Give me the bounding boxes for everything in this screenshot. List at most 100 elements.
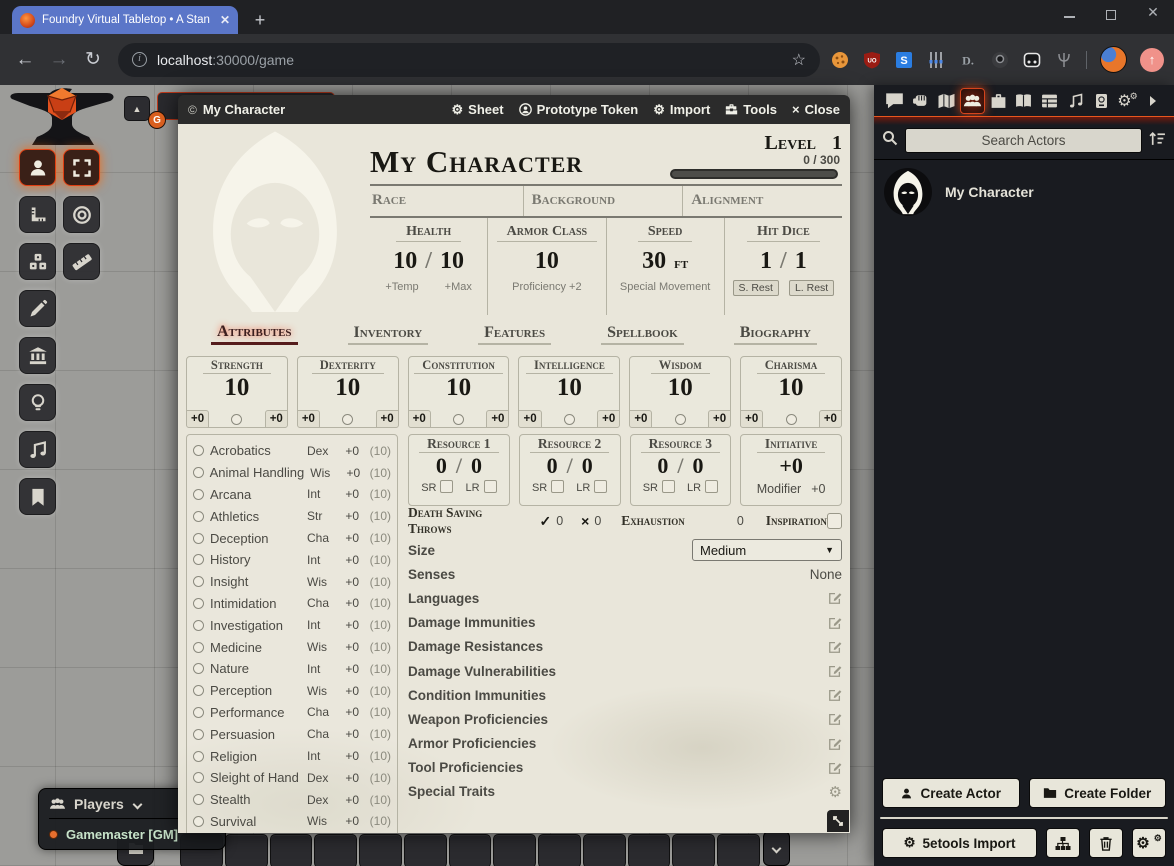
skill-row[interactable]: Arcana Int +0 (10) xyxy=(193,484,391,506)
tab-close-icon[interactable]: ✕ xyxy=(220,13,230,27)
import-button[interactable]: ⚙Import xyxy=(653,102,710,118)
alignment-field[interactable]: Alignment xyxy=(682,186,842,216)
new-tab-button[interactable]: + xyxy=(248,8,272,32)
save-proficiency-radio[interactable] xyxy=(564,414,575,425)
token-tool-button[interactable] xyxy=(19,149,56,186)
resource-2[interactable]: Resource 2 0/0 SRLR xyxy=(519,434,621,506)
window-close-button[interactable]: ✕ xyxy=(1146,4,1160,26)
window-minimize-button[interactable] xyxy=(1062,4,1076,26)
sidebar-tab-journal[interactable] xyxy=(1011,88,1036,114)
tools-button[interactable]: Tools xyxy=(725,102,777,117)
window-maximize-button[interactable] xyxy=(1104,4,1118,26)
select-tool-button[interactable] xyxy=(63,149,100,186)
save-proficiency-radio[interactable] xyxy=(786,414,797,425)
tab-attributes[interactable]: Attributes xyxy=(211,323,298,345)
lr-checkbox[interactable] xyxy=(705,480,718,493)
macro-slot[interactable] xyxy=(628,834,671,866)
skill-proficiency-radio[interactable] xyxy=(193,794,204,805)
skill-row[interactable]: Investigation Int +0 (10) xyxy=(193,614,391,636)
skill-row[interactable]: Perception Wis +0 (10) xyxy=(193,680,391,702)
actor-entry[interactable]: My Character xyxy=(884,168,1164,216)
skill-name[interactable]: Insight xyxy=(210,574,301,589)
skill-row[interactable]: Stealth Dex +0 (10) xyxy=(193,789,391,811)
skill-name[interactable]: Investigation xyxy=(210,618,301,633)
skill-name[interactable]: Sleight of Hand xyxy=(210,770,301,785)
skill-name[interactable]: Deception xyxy=(210,531,301,546)
edit-icon[interactable] xyxy=(828,688,842,702)
save-proficiency-radio[interactable] xyxy=(342,414,353,425)
ability-name[interactable]: Wisdom xyxy=(651,357,710,374)
ability-block[interactable]: Strength 10 +0 +0 xyxy=(186,356,288,428)
ability-score[interactable]: 10 xyxy=(668,374,693,402)
lr-checkbox[interactable] xyxy=(484,480,497,493)
ability-save[interactable]: +0 xyxy=(597,410,620,428)
sidebar-tab-actors[interactable] xyxy=(960,88,985,114)
sidebar-tab-chat[interactable] xyxy=(882,88,907,114)
character-sheet-window[interactable]: © My Character ⚙Sheet Prototype Token ⚙I… xyxy=(178,95,850,833)
skill-proficiency-radio[interactable] xyxy=(193,511,204,522)
target-tool-button[interactable] xyxy=(63,196,100,233)
drawing-tool-button[interactable] xyxy=(19,290,56,327)
measure-tool-button[interactable] xyxy=(63,243,100,280)
short-rest-button[interactable]: S. Rest xyxy=(733,280,779,296)
skill-name[interactable]: Intimidation xyxy=(210,596,301,611)
ability-mod[interactable]: +0 xyxy=(408,410,431,428)
ability-mod[interactable]: +0 xyxy=(518,410,541,428)
game-canvas[interactable]: ▲ G © My Character xyxy=(0,85,1174,866)
skill-proficiency-radio[interactable] xyxy=(193,467,204,478)
sidebar-tab-scenes[interactable] xyxy=(934,88,959,114)
skill-proficiency-radio[interactable] xyxy=(193,816,204,827)
skill-name[interactable]: Stealth xyxy=(210,792,301,807)
ability-score[interactable]: 10 xyxy=(335,374,360,402)
death-fail-icon[interactable]: × xyxy=(581,513,589,529)
hotbar-page-button[interactable] xyxy=(763,831,790,866)
skill-row[interactable]: Religion Int +0 (10) xyxy=(193,745,391,767)
edit-icon[interactable] xyxy=(828,640,842,654)
skill-proficiency-radio[interactable] xyxy=(193,598,204,609)
tab-spellbook[interactable]: Spellbook xyxy=(601,324,684,345)
page-info-icon[interactable]: i xyxy=(132,52,147,67)
skill-proficiency-radio[interactable] xyxy=(193,642,204,653)
macro-slot[interactable] xyxy=(359,834,402,866)
prototype-token-button[interactable]: Prototype Token xyxy=(519,102,639,117)
actor-name[interactable]: My Character xyxy=(945,184,1034,200)
skill-name[interactable]: History xyxy=(210,552,301,567)
hit-dice-stat[interactable]: Hit Dice 1/1 S. Rest L. Rest xyxy=(724,218,842,315)
shield-extension-icon[interactable]: UO xyxy=(862,50,881,69)
hd-current[interactable]: 1 xyxy=(760,248,772,275)
skill-name[interactable]: Performance xyxy=(210,705,301,720)
ability-mod[interactable]: +0 xyxy=(186,410,209,428)
save-proficiency-radio[interactable] xyxy=(453,414,464,425)
resource-3[interactable]: Resource 3 0/0 SRLR xyxy=(630,434,732,506)
ability-name[interactable]: Intelligence xyxy=(526,357,613,374)
size-select[interactable]: Medium▼ xyxy=(692,539,842,561)
save-proficiency-radio[interactable] xyxy=(231,414,242,425)
ability-block[interactable]: Intelligence 10 +0 +0 xyxy=(518,356,620,428)
exhaustion-value[interactable]: 0 xyxy=(737,514,744,528)
ring-extension-icon[interactable] xyxy=(990,50,1009,69)
edit-icon[interactable] xyxy=(828,712,842,726)
ability-save[interactable]: +0 xyxy=(265,410,288,428)
close-window-button[interactable]: ×Close xyxy=(792,102,840,117)
skill-name[interactable]: Persuasion xyxy=(210,727,301,742)
macro-slot[interactable] xyxy=(717,834,760,866)
delete-button[interactable] xyxy=(1089,828,1123,858)
skill-proficiency-radio[interactable] xyxy=(193,445,204,456)
actor-avatar[interactable] xyxy=(884,168,932,216)
race-field[interactable]: Race xyxy=(370,186,523,216)
hp-current[interactable]: 10 xyxy=(393,248,417,275)
ability-mod[interactable]: +0 xyxy=(740,410,763,428)
sheet-config-button[interactable]: ⚙Sheet xyxy=(452,102,504,118)
ability-score[interactable]: 10 xyxy=(557,374,582,402)
ability-name[interactable]: Strength xyxy=(203,357,271,374)
skill-name[interactable]: Survival xyxy=(210,814,301,829)
speed-stat[interactable]: Speed 30ft Special Movement xyxy=(606,218,724,315)
search-actors-input[interactable] xyxy=(905,128,1142,153)
edit-icon[interactable] xyxy=(828,664,842,678)
folder-tree-button[interactable] xyxy=(1046,828,1080,858)
skill-proficiency-radio[interactable] xyxy=(193,751,204,762)
bookmark-star-icon[interactable]: ☆ xyxy=(792,50,806,70)
macro-slot[interactable] xyxy=(270,834,313,866)
sr-checkbox[interactable] xyxy=(662,480,675,493)
skill-proficiency-radio[interactable] xyxy=(193,533,204,544)
